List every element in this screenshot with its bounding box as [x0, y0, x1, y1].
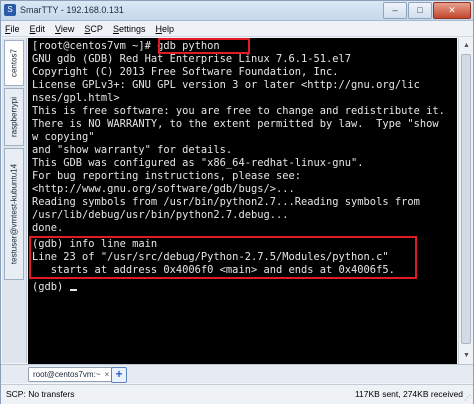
terminal-cursor: [69, 289, 77, 291]
side-tab-raspberrypi[interactable]: raspberrypi: [4, 88, 24, 146]
terminal-line: License GPLv3+: GNU GPL version 3 or lat…: [32, 79, 420, 91]
terminal-line: This is free software: you are free to c…: [32, 105, 445, 117]
menu-view[interactable]: View: [55, 24, 74, 34]
app-window: S SmarTTY - 192.168.0.131 – □ ✕ File Edi…: [0, 0, 474, 404]
session-side-tabs: centos7 raspberrypi testuser@vmtest-kubu…: [2, 38, 27, 363]
window-title: SmarTTY - 192.168.0.131: [20, 5, 124, 15]
terminal-line: For bug reporting instructions, please s…: [32, 170, 301, 182]
terminal-scrollbar[interactable]: ▲ ▼: [458, 38, 473, 364]
terminal-line: <http://www.gnu.org/software/gdb/bugs/>.…: [32, 183, 295, 195]
window-controls: – □ ✕: [383, 2, 471, 19]
terminal-line: Reading symbols from /usr/bin/python2.7.…: [32, 196, 420, 208]
output-highlight: [29, 236, 417, 279]
terminal-line: This GDB was configured as "x86_64-redha…: [32, 157, 364, 169]
menu-scp[interactable]: SCP: [84, 24, 103, 34]
scp-status: SCP: No transfers: [6, 389, 75, 399]
terminal-line: nses/gpl.html>: [32, 92, 120, 104]
terminal-line: w copying": [32, 131, 95, 143]
terminal-line: GNU gdb (GDB) Red Hat Enterprise Linux 7…: [32, 53, 352, 65]
resize-grip-icon[interactable]: ⋰: [464, 395, 472, 403]
command-highlight: [158, 38, 250, 54]
title-bar[interactable]: S SmarTTY - 192.168.0.131 – □ ✕: [1, 1, 473, 21]
status-bar: SCP: No transfers 117KB sent, 274KB rece…: [1, 384, 473, 404]
scroll-thumb[interactable]: [461, 54, 471, 344]
terminal-line: There is NO WARRANTY, to the extent perm…: [32, 118, 439, 130]
terminal-line: /usr/lib/debug/usr/bin/python2.7.debug..…: [32, 209, 289, 221]
side-tab-centos7[interactable]: centos7: [4, 40, 24, 86]
terminal-output[interactable]: [root@centos7vm ~]# gdb python GNU gdb (…: [28, 38, 457, 364]
menu-help[interactable]: Help: [155, 24, 174, 34]
session-tab-bar: root@centos7vm:~ × +: [1, 364, 473, 383]
minimize-button[interactable]: –: [383, 2, 407, 19]
traffic-status: 117KB sent, 274KB received: [354, 389, 463, 399]
maximize-button[interactable]: □: [408, 2, 432, 19]
menu-bar: File Edit View SCP Settings Help: [1, 21, 473, 37]
new-tab-button[interactable]: +: [111, 367, 127, 383]
close-tab-icon[interactable]: ×: [104, 370, 109, 379]
terminal-line: done.: [32, 222, 64, 234]
menu-file[interactable]: File: [5, 24, 20, 34]
terminal-line: Copyright (C) 2013 Free Software Foundat…: [32, 66, 339, 78]
side-tab-vmtest-kubuntu14[interactable]: testuser@vmtest-kubuntu14: [4, 148, 24, 280]
terminal-line: and "show warranty" for details.: [32, 144, 233, 156]
scroll-up-icon[interactable]: ▲: [461, 40, 472, 52]
terminal-prompt-line: (gdb): [32, 281, 77, 294]
close-button[interactable]: ✕: [433, 2, 471, 19]
app-icon: S: [4, 4, 16, 16]
menu-edit[interactable]: Edit: [30, 24, 46, 34]
scroll-down-icon[interactable]: ▼: [461, 350, 472, 362]
session-tab-root-centos7vm[interactable]: root@centos7vm:~ ×: [28, 367, 115, 382]
menu-settings[interactable]: Settings: [113, 24, 146, 34]
